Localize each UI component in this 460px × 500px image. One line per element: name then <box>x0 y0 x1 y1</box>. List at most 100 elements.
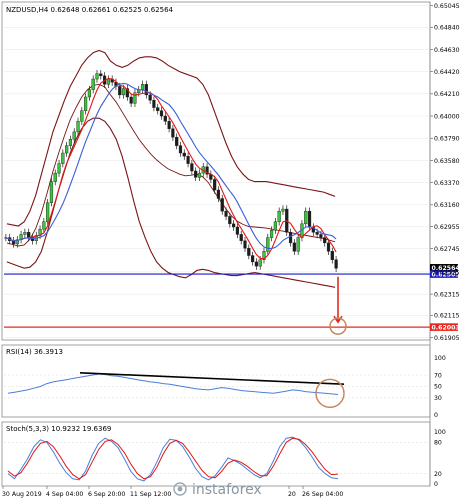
candle-body <box>239 234 243 241</box>
watermark-text: instaforex <box>192 482 262 498</box>
candle-body <box>91 78 95 90</box>
candle-body <box>251 255 255 263</box>
candle-body <box>175 136 179 146</box>
candle-body <box>273 221 277 231</box>
chart-symbol-label: NZDUSD,H4 0.62648 0.62661 0.62525 0.6256… <box>6 6 174 14</box>
candle-body <box>315 232 319 235</box>
price-tick-label: 0.65045 <box>434 3 460 10</box>
candle-body <box>57 163 61 174</box>
candle-body <box>307 210 312 228</box>
candle-body <box>46 202 50 222</box>
candle-body <box>232 223 236 228</box>
candle-body <box>243 240 247 249</box>
candle-body <box>220 198 224 212</box>
price-tick-label: 0.61905 <box>434 335 460 342</box>
rsi-label: RSI(14) 36.3913 <box>6 348 63 356</box>
price-tick-label: 0.63160 <box>434 202 460 209</box>
candle-body <box>61 152 65 164</box>
price-tick-label: 0.63580 <box>434 158 460 165</box>
price-tick-label: 0.64210 <box>434 91 460 98</box>
candle-body <box>178 145 183 154</box>
price-tick-label: 0.63790 <box>434 136 460 143</box>
price-tick-label: 0.62745 <box>434 246 460 253</box>
candle-body <box>190 163 194 172</box>
candle-body <box>288 232 293 244</box>
candle-body <box>152 99 156 108</box>
chart-canvas: 0.625640.625050.62003 0.650450.648400.64… <box>1 1 460 498</box>
price-axis: 0.65045 0.64840 0.64630 0.64420 0.64210 0.640… <box>430 3 460 342</box>
candle-body <box>163 115 167 122</box>
candle-body <box>323 237 327 244</box>
rsi-tick-label: 100 <box>434 355 446 362</box>
candle-body <box>106 78 110 85</box>
candle-body <box>84 96 88 111</box>
price-panel <box>1 1 431 341</box>
candle-body <box>304 210 308 225</box>
time-tick-label: 30 Aug 2019 <box>2 491 42 498</box>
rsi-tick-label: 70 <box>434 372 442 379</box>
candle-body <box>216 189 221 199</box>
price-tick-label: 0.62955 <box>434 224 460 231</box>
rsi-tick-label: 50 <box>434 384 442 391</box>
candle-body <box>171 128 175 138</box>
candle-body <box>159 110 164 117</box>
time-tick-label: 20 <box>288 491 296 498</box>
price-tick-label: 0.63370 <box>434 180 460 187</box>
candle-body <box>194 170 198 178</box>
candle-body <box>27 232 31 238</box>
time-tick-label: 26 Sep 04:00 <box>302 491 343 498</box>
candle-body <box>269 229 274 238</box>
stoch-tick-label: 100 <box>434 429 446 436</box>
candle-body <box>296 237 300 252</box>
candle-body <box>23 232 27 235</box>
candle-body <box>42 221 46 230</box>
stoch-tick-label: 80 <box>434 440 442 447</box>
candle-body <box>254 261 258 267</box>
candle-body <box>228 216 232 225</box>
candle-body <box>80 110 84 122</box>
candle-body <box>330 251 334 260</box>
rsi-tick-label: 0 <box>434 412 438 419</box>
price-tick-label: 0.62115 <box>434 313 460 320</box>
candle-body <box>118 86 122 96</box>
rsi-tick-label: 30 <box>434 395 442 402</box>
stoch-label: Stoch(5,3,3) 10.9232 19.6369 <box>6 425 111 433</box>
price-tick-label: 0.64840 <box>434 25 460 32</box>
candle-body <box>281 208 285 212</box>
candle-body <box>258 259 262 267</box>
candle-body <box>65 145 69 154</box>
candle-body <box>129 96 133 104</box>
time-tick-label: 11 Sep 12:00 <box>130 491 171 498</box>
price-tick-label: 0.64000 <box>434 113 460 120</box>
candle-body <box>213 179 217 191</box>
candle-body <box>319 234 323 238</box>
price-tag-label: 0.62003 <box>432 325 460 332</box>
time-tick-label: 6 Sep 20:00 <box>88 491 125 498</box>
candle-body <box>140 84 145 90</box>
candle-body <box>326 242 331 252</box>
candle-body <box>133 92 137 104</box>
candle-body <box>334 259 338 269</box>
candle-body <box>87 89 91 98</box>
rsi-panel <box>1 344 431 418</box>
candle-body <box>99 73 103 77</box>
candle-body <box>224 210 228 217</box>
stoch-tick-label: 20 <box>434 471 442 478</box>
candle-body <box>292 242 296 252</box>
candle-body <box>53 172 57 182</box>
candle-body <box>156 107 160 111</box>
candle-body <box>72 131 76 140</box>
price-tick-label: 0.64420 <box>434 69 460 76</box>
candle-body <box>186 156 190 164</box>
price-tick-label: 0.64630 <box>434 47 460 54</box>
candle-body <box>76 121 80 133</box>
candle-body <box>68 139 73 146</box>
candle-body <box>266 237 270 252</box>
price-tick-label: 0.62525 <box>434 269 460 276</box>
candle-body <box>197 172 202 178</box>
candle-body <box>247 247 251 256</box>
chart-window: 0.62564 0.62505 0.62003 0.65045 0.64840 0.64… <box>0 0 460 500</box>
candle-body <box>182 152 186 157</box>
candle-body <box>121 88 126 96</box>
stoch-tick-label: 0 <box>434 481 438 488</box>
